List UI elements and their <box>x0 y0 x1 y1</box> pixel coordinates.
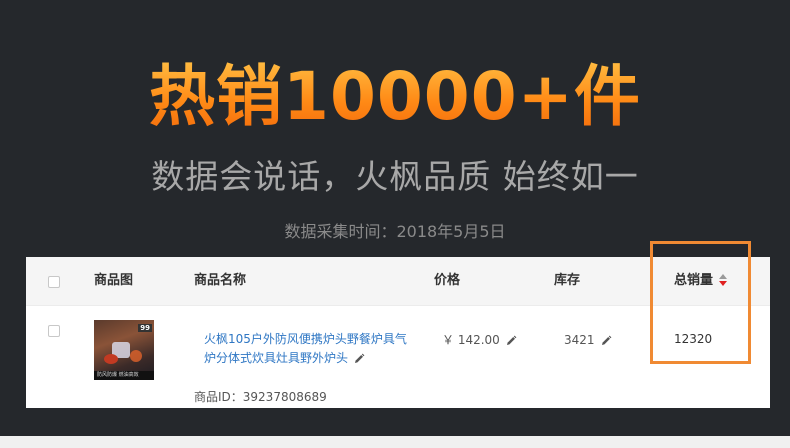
price-value: ￥ 142.00 <box>442 333 500 347</box>
thumbnail-caption: 防风防爆 燃油高效 <box>97 372 139 378</box>
product-thumbnail[interactable]: 99 防风防爆 燃油高效 <box>94 320 154 380</box>
header-name: 商品名称 <box>194 273 247 288</box>
edit-price-icon[interactable] <box>505 335 517 347</box>
page-bottom <box>0 436 790 448</box>
product-id: 商品ID：39237808689 <box>194 390 327 404</box>
price-cell: ￥ 142.00 <box>442 331 517 349</box>
edit-stock-icon[interactable] <box>600 335 612 347</box>
product-name-cell: 火枫105户外防风便携炉头野餐炉具气炉分体式炊具灶具野外炉头 <box>204 330 409 368</box>
row-checkbox[interactable] <box>48 325 60 337</box>
subheadline: 数据会说话，火枫品质 始终如一 <box>151 157 639 196</box>
stock-cell: 3421 <box>564 331 612 349</box>
sales-highlight-box <box>650 241 751 364</box>
banner: 热销10000+件 数据会说话，火枫品质 始终如一 数据采集时间：2018年5月… <box>0 0 790 436</box>
edit-name-icon[interactable] <box>353 353 365 365</box>
header-price: 价格 <box>434 273 461 288</box>
select-all-checkbox[interactable] <box>48 276 60 288</box>
flame-shape <box>130 350 142 362</box>
headline: 热销10000+件 <box>0 52 790 142</box>
thumbnail-badge: 99 <box>138 324 152 332</box>
stock-value: 3421 <box>564 333 595 347</box>
product-name-link[interactable]: 火枫105户外防风便携炉头野餐炉具气炉分体式炊具灶具野外炉头 <box>204 332 407 365</box>
header-stock: 库存 <box>554 273 581 288</box>
flame-shape <box>104 354 118 364</box>
header-image: 商品图 <box>94 273 134 288</box>
